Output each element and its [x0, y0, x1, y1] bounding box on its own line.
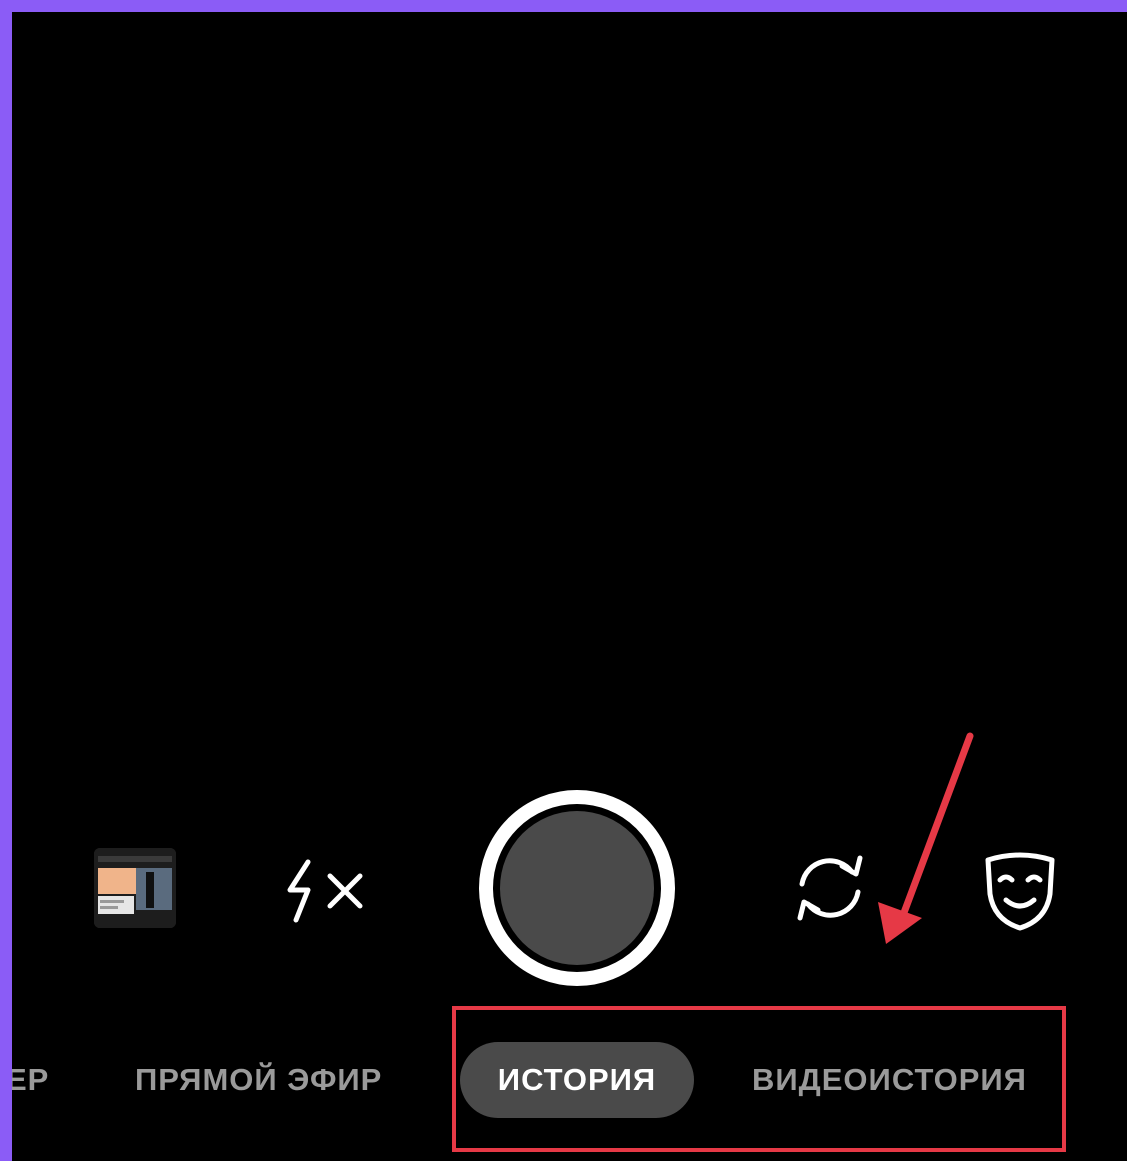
shutter-button[interactable] — [479, 790, 675, 986]
flip-camera-icon — [797, 855, 863, 921]
mode-videostory[interactable]: ВИДЕОИСТОРИЯ — [752, 1042, 1027, 1118]
flip-camera-button[interactable] — [782, 848, 878, 928]
gallery-image-icon — [94, 848, 176, 928]
flash-off-button[interactable] — [278, 852, 374, 928]
mode-partial[interactable]: ЕР — [12, 1042, 49, 1118]
camera-controls: ЕР ПРЯМОЙ ЭФИР ИСТОРИЯ ВИДЕОИСТОРИЯ — [12, 12, 1127, 1161]
annotation-arrow — [878, 732, 974, 944]
mode-story[interactable]: ИСТОРИЯ — [460, 1042, 694, 1118]
mode-live[interactable]: ПРЯМОЙ ЭФИР — [135, 1042, 382, 1118]
flash-off-icon — [287, 859, 363, 923]
mask-effects-button[interactable] — [978, 848, 1062, 932]
shutter-inner — [500, 811, 654, 965]
camera-viewport: ЕР ПРЯМОЙ ЭФИР ИСТОРИЯ ВИДЕОИСТОРИЯ — [12, 12, 1127, 1161]
mask-effects-icon — [985, 852, 1055, 931]
camera-mode-selector: ЕР ПРЯМОЙ ЭФИР ИСТОРИЯ ВИДЕОИСТОРИЯ — [12, 1042, 1127, 1118]
gallery-thumbnail[interactable] — [94, 848, 176, 928]
